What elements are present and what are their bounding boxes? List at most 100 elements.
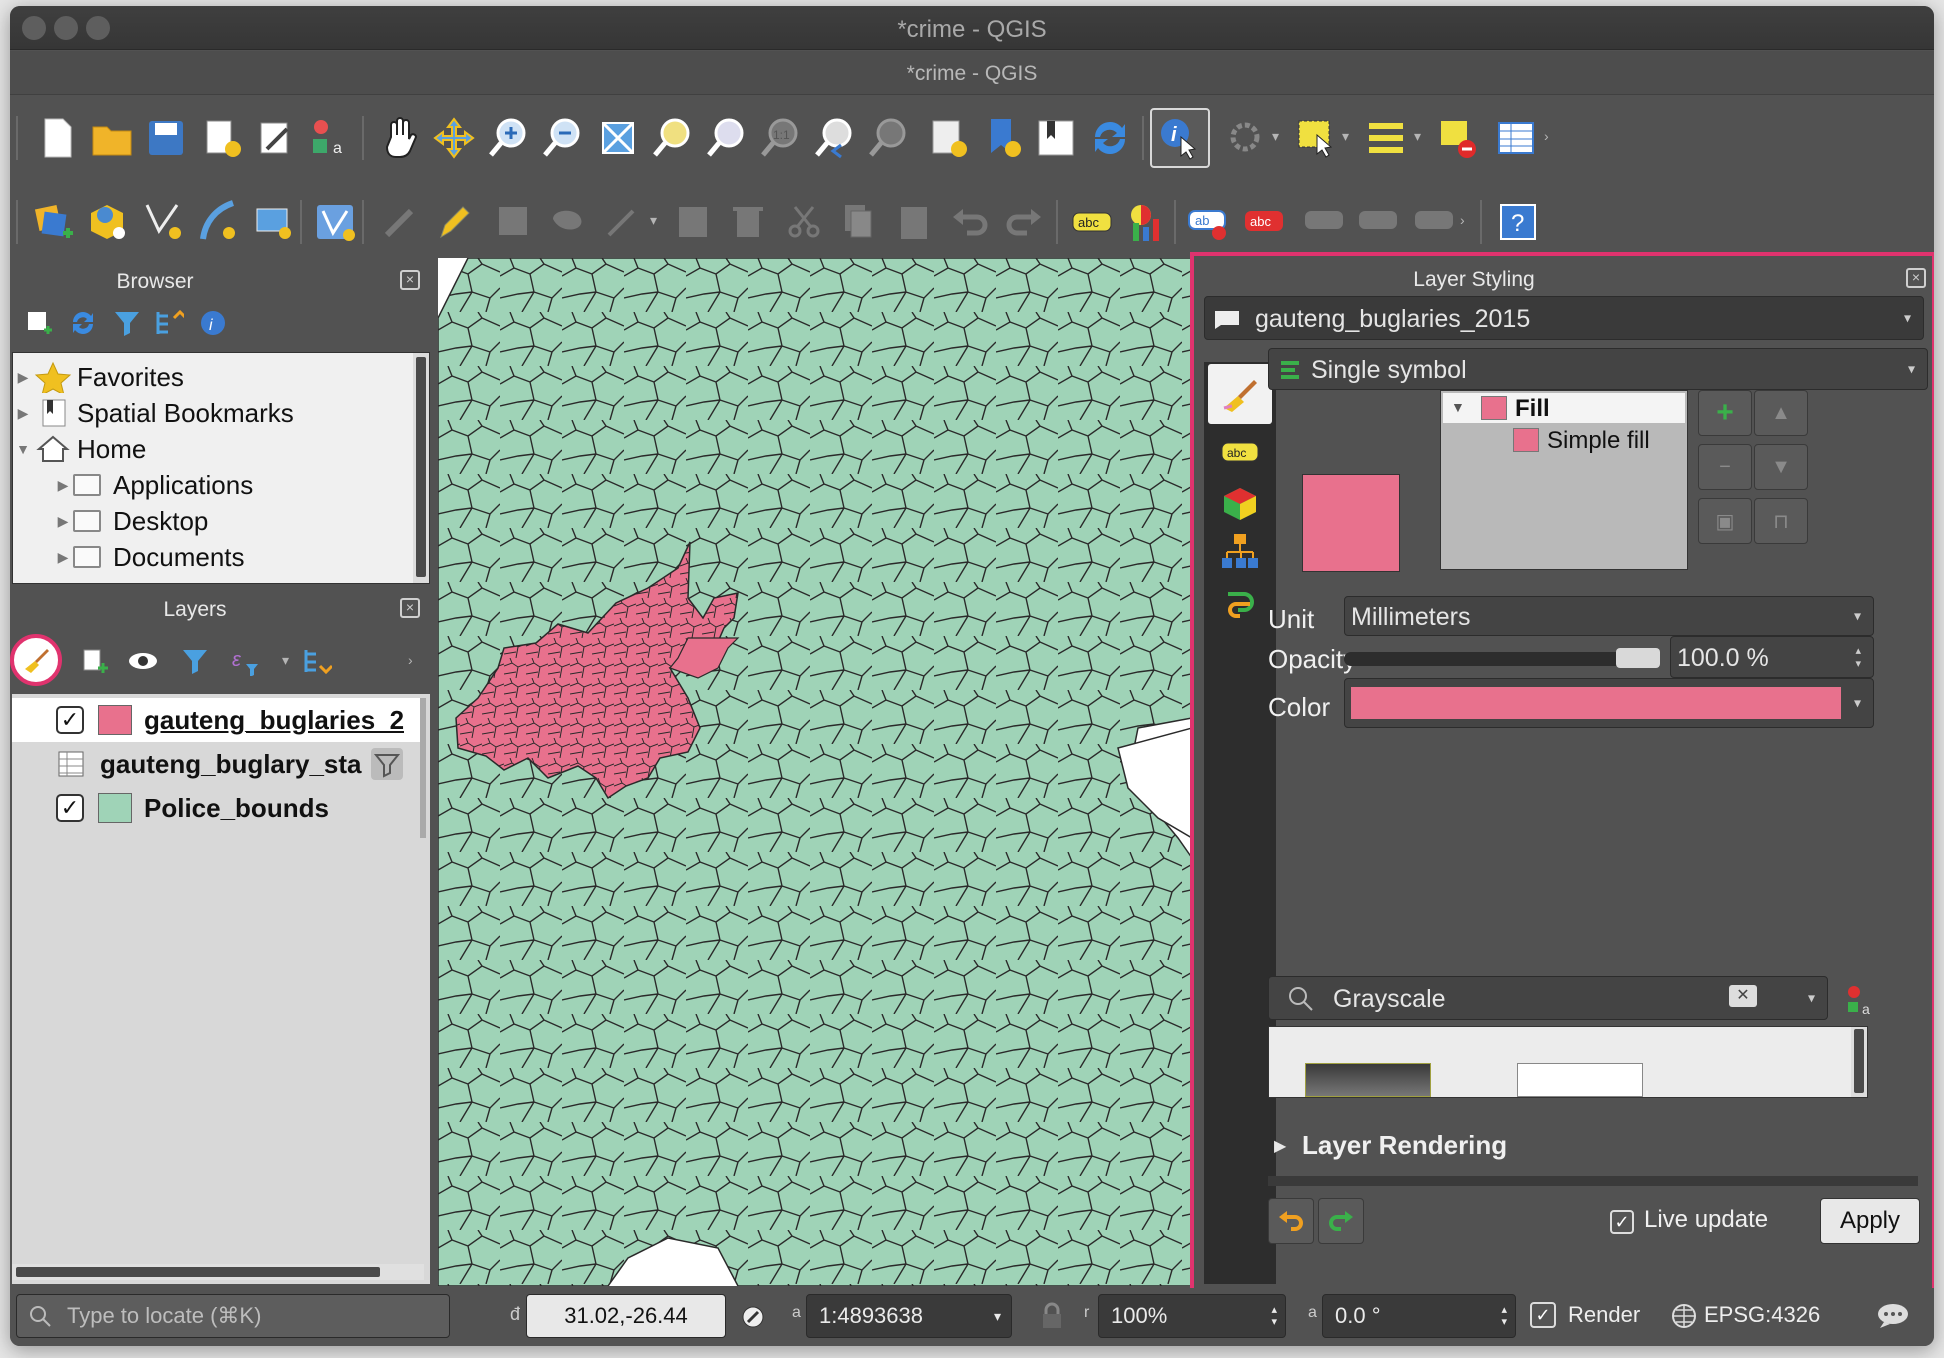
- symbol-library-list[interactable]: [1268, 1026, 1868, 1098]
- browser-properties-icon[interactable]: i: [198, 308, 228, 338]
- layer-styling-close-icon[interactable]: ×: [1906, 268, 1926, 288]
- layers-toolbar-overflow[interactable]: ›: [408, 652, 413, 668]
- add-feature-icon[interactable]: [540, 194, 596, 250]
- move-down-button[interactable]: ▼: [1754, 444, 1808, 490]
- collapse-all-icon[interactable]: [154, 308, 184, 338]
- browser-item-favorites[interactable]: ▶ Favorites: [13, 359, 413, 395]
- add-symbol-layer-button[interactable]: +: [1698, 390, 1752, 436]
- zoom-full-icon[interactable]: [590, 110, 646, 166]
- crs-label[interactable]: EPSG:4326: [1704, 1302, 1820, 1328]
- new-geopackage-icon[interactable]: [80, 194, 136, 250]
- pan-to-selection-icon[interactable]: [426, 110, 482, 166]
- new-map-view-icon[interactable]: [920, 110, 976, 166]
- toggle-editing-icon[interactable]: [426, 194, 482, 250]
- renderer-dropdown[interactable]: Single symbol ▾: [1268, 348, 1928, 390]
- tab-history[interactable]: [1208, 570, 1272, 630]
- symbol-search-field[interactable]: Grayscale ✕ ▾: [1268, 976, 1828, 1020]
- new-temporary-layer-icon[interactable]: [190, 194, 246, 250]
- symbol-tree-simple-fill-row[interactable]: Simple fill: [1443, 425, 1685, 455]
- current-edits-icon[interactable]: [372, 194, 428, 250]
- tab-symbology[interactable]: [1208, 364, 1272, 424]
- render-checkbox[interactable]: ✓: [1530, 1302, 1556, 1328]
- labels-toolbar-icon[interactable]: a: [302, 110, 358, 166]
- toggle-extents-icon[interactable]: [736, 1300, 770, 1334]
- new-shapefile-icon[interactable]: [136, 194, 192, 250]
- new-project-icon[interactable]: [30, 110, 86, 166]
- redo-icon[interactable]: [996, 194, 1052, 250]
- opacity-spinbox[interactable]: 100.0 % ▴ ▾: [1670, 636, 1874, 678]
- add-group-icon[interactable]: [80, 646, 110, 676]
- opacity-slider-handle[interactable]: [1616, 648, 1660, 668]
- modify-attributes-icon[interactable]: [666, 194, 722, 250]
- open-layer-styling-button[interactable]: [10, 634, 62, 686]
- save-project-icon[interactable]: [138, 110, 194, 166]
- select-value-dropdown[interactable]: ▾: [1414, 128, 1421, 145]
- browser-item-documents[interactable]: ▶ Documents: [53, 539, 453, 575]
- filter-legend-icon[interactable]: [180, 646, 210, 676]
- crs-globe-icon[interactable]: [1670, 1302, 1698, 1330]
- diagram-options-icon[interactable]: [1118, 194, 1174, 250]
- undo-icon[interactable]: [942, 194, 998, 250]
- opacity-slider[interactable]: [1344, 648, 1660, 668]
- browser-scrollbar[interactable]: [413, 353, 429, 583]
- help-icon[interactable]: ?: [1490, 194, 1546, 250]
- lock-scale-icon[interactable]: [1040, 1302, 1064, 1332]
- zoom-last-icon[interactable]: [806, 110, 862, 166]
- run-action-dropdown[interactable]: ▾: [1272, 128, 1279, 145]
- new-print-layout-icon[interactable]: [194, 110, 250, 166]
- identify-features-icon[interactable]: i: [1150, 108, 1210, 168]
- layers-hscroll[interactable]: [12, 1264, 424, 1280]
- cut-features-icon[interactable]: [776, 194, 832, 250]
- symbol-tree-fill-row[interactable]: ▼ Fill: [1443, 393, 1685, 423]
- expression-dropdown[interactable]: ▾: [282, 652, 289, 669]
- toolbar-overflow-2[interactable]: ›: [1460, 212, 1465, 228]
- layer-row-gauteng-buglary-stats[interactable]: gauteng_buglary_sta: [12, 742, 424, 786]
- coordinate-field[interactable]: 31.02,-26.44: [526, 1294, 726, 1338]
- map-canvas[interactable]: [438, 258, 1192, 1286]
- scale-dropdown[interactable]: 1:4893638 ▾: [806, 1294, 1012, 1338]
- new-virtual-layer-icon[interactable]: [246, 194, 302, 250]
- browser-item-spatial-bookmarks[interactable]: ▶ Spatial Bookmarks: [13, 395, 413, 431]
- open-project-icon[interactable]: [84, 110, 140, 166]
- remove-symbol-layer-button[interactable]: −: [1698, 444, 1752, 490]
- show-bookmarks-icon[interactable]: [1028, 110, 1084, 166]
- browser-close-icon[interactable]: ×: [400, 270, 420, 290]
- run-action-icon[interactable]: [1218, 110, 1274, 166]
- show-hide-labels-icon[interactable]: [1296, 194, 1352, 250]
- add-selected-layers-icon[interactable]: [24, 308, 54, 338]
- browser-refresh-icon[interactable]: [68, 308, 98, 338]
- copy-features-icon[interactable]: [830, 194, 886, 250]
- color-button[interactable]: ▾: [1344, 678, 1874, 728]
- live-update-checkbox[interactable]: ✓: [1610, 1210, 1634, 1234]
- layer-visibility-checkbox[interactable]: ✓: [56, 706, 84, 734]
- browser-filter-icon[interactable]: [112, 308, 142, 338]
- style-manager-icon[interactable]: [248, 110, 304, 166]
- locator-search-input[interactable]: Type to locate (⌘K): [16, 1294, 450, 1338]
- layer-filter-icon[interactable]: [370, 747, 404, 781]
- filter-by-expression-icon[interactable]: ε: [230, 646, 270, 676]
- browser-item-applications[interactable]: ▶ Applications: [53, 467, 453, 503]
- unit-dropdown[interactable]: Millimeters ▾: [1344, 596, 1874, 636]
- lock-symbol-layer-button[interactable]: ⊓: [1754, 498, 1808, 544]
- refresh-icon[interactable]: [1082, 110, 1138, 166]
- messages-icon[interactable]: [1876, 1302, 1910, 1330]
- layer-rendering-section[interactable]: Layer Rendering: [1302, 1130, 1507, 1161]
- attribute-table-icon[interactable]: [1488, 110, 1544, 166]
- data-source-manager-icon[interactable]: [26, 194, 82, 250]
- undo-style-button[interactable]: [1268, 1198, 1314, 1244]
- symbol-item-dark-fill[interactable]: [1305, 1063, 1431, 1097]
- styling-hscroll[interactable]: [1268, 1176, 1918, 1186]
- clear-search-icon[interactable]: ✕: [1729, 985, 1757, 1007]
- pin-unpin-labels-icon[interactable]: abc: [1236, 194, 1292, 250]
- deselect-all-icon[interactable]: [1430, 110, 1486, 166]
- style-manager-icon[interactable]: a: [1844, 982, 1880, 1018]
- move-up-button[interactable]: ▲: [1754, 390, 1808, 436]
- duplicate-symbol-layer-button[interactable]: ▣: [1698, 498, 1752, 544]
- browser-item-desktop[interactable]: ▶ Desktop: [53, 503, 453, 539]
- layers-close-icon[interactable]: ×: [400, 598, 420, 618]
- tab-labels[interactable]: abc: [1208, 422, 1272, 482]
- redo-style-button[interactable]: [1318, 1198, 1364, 1244]
- select-by-value-icon[interactable]: [1358, 110, 1414, 166]
- layer-select-dropdown[interactable]: gauteng_buglaries_2015 ▾: [1204, 296, 1924, 340]
- zoom-to-selection-icon[interactable]: [644, 110, 700, 166]
